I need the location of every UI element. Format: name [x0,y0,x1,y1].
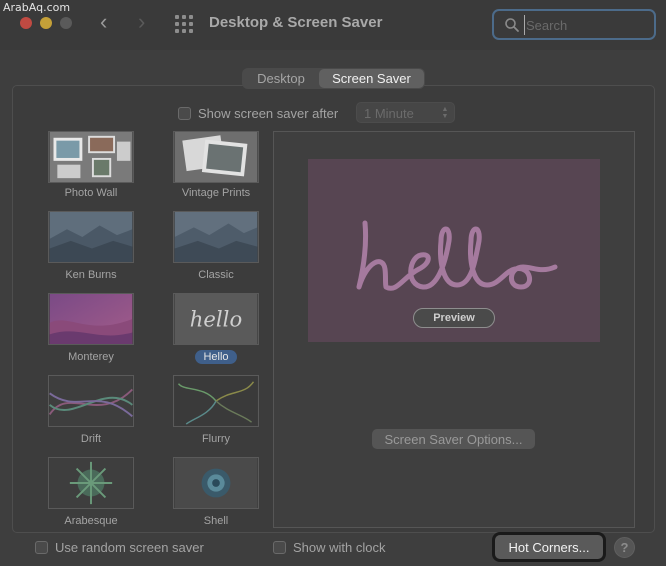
ken-burns-thumbnail[interactable] [48,211,134,263]
show-after-checkbox[interactable] [178,106,191,120]
vintage-prints-thumbnail[interactable] [173,131,259,183]
screen-saver-options-button[interactable]: Screen Saver Options... [372,429,535,449]
monterey-thumbnail[interactable] [48,293,134,345]
thumbnail-label: Arabesque [64,515,118,527]
chevron-right-icon[interactable]: › [138,11,145,33]
thumbnail-label: Classic [198,269,234,281]
tab-desktop[interactable]: Desktop [243,69,319,88]
search-icon [505,18,519,32]
help-button[interactable]: ? [614,537,635,558]
shell-thumbnail[interactable] [173,457,259,509]
drift-thumbnail[interactable] [48,375,134,427]
hot-corners-button[interactable]: Hot Corners... [492,532,606,562]
search-input[interactable] [524,15,650,35]
hello-thumbnail[interactable]: hello [173,293,259,345]
chevron-left-icon[interactable]: ‹ [100,11,107,33]
tab-control: Desktop Screen Saver [242,68,425,89]
hello-artwork [356,220,558,291]
search-field[interactable] [492,9,656,40]
thumbnail-label-selected: Hello [153,350,279,364]
title-bar: ‹ › Desktop & Screen Saver [0,0,666,50]
show-after-row: Show screen saver after [178,103,338,123]
interval-select[interactable]: 1 Minute ▲ ▼ [356,102,455,123]
show-after-label: Show screen saver after [198,105,339,121]
show-clock-checkbox[interactable] [273,540,286,554]
svg-text:hello: hello [190,307,242,332]
thumbnail-label: Ken Burns [65,269,117,281]
close-window-button[interactable] [20,17,32,29]
zoom-window-button[interactable] [60,17,72,29]
thumbnail-label: Monterey [68,351,114,363]
thumbnail-label: Drift [80,433,102,445]
photo-wall-thumbnail[interactable] [48,131,134,183]
thumbnail-label: Photo Wall [64,187,118,199]
hot-corners-label: Hot Corners... [508,539,590,555]
preview-button[interactable]: Preview [413,308,495,328]
window-title: Desktop & Screen Saver [209,14,383,31]
thumbnail-label: Flurry [201,433,231,445]
selected-saver-name: Hello [195,350,237,364]
tab-screen-saver[interactable]: Screen Saver [319,69,424,88]
thumbnail-label: Shell [203,515,229,527]
random-saver-label: Use random screen saver [55,539,204,555]
random-saver-checkbox[interactable] [35,540,48,554]
show-clock-row: Show with clock [273,538,385,556]
flurry-thumbnail[interactable] [173,375,259,427]
thumbnail-label: Vintage Prints [181,187,251,199]
grid-icon[interactable] [175,15,193,33]
arabesque-thumbnail[interactable] [48,457,134,509]
interval-value: 1 Minute [364,106,414,121]
minimize-window-button[interactable] [40,17,52,29]
show-clock-label: Show with clock [293,539,386,555]
stepper-arrows-icon: ▲ ▼ [441,106,449,120]
random-saver-row: Use random screen saver [35,538,204,556]
classic-thumbnail[interactable] [173,211,259,263]
watermark: ArabAq.com [3,1,71,14]
